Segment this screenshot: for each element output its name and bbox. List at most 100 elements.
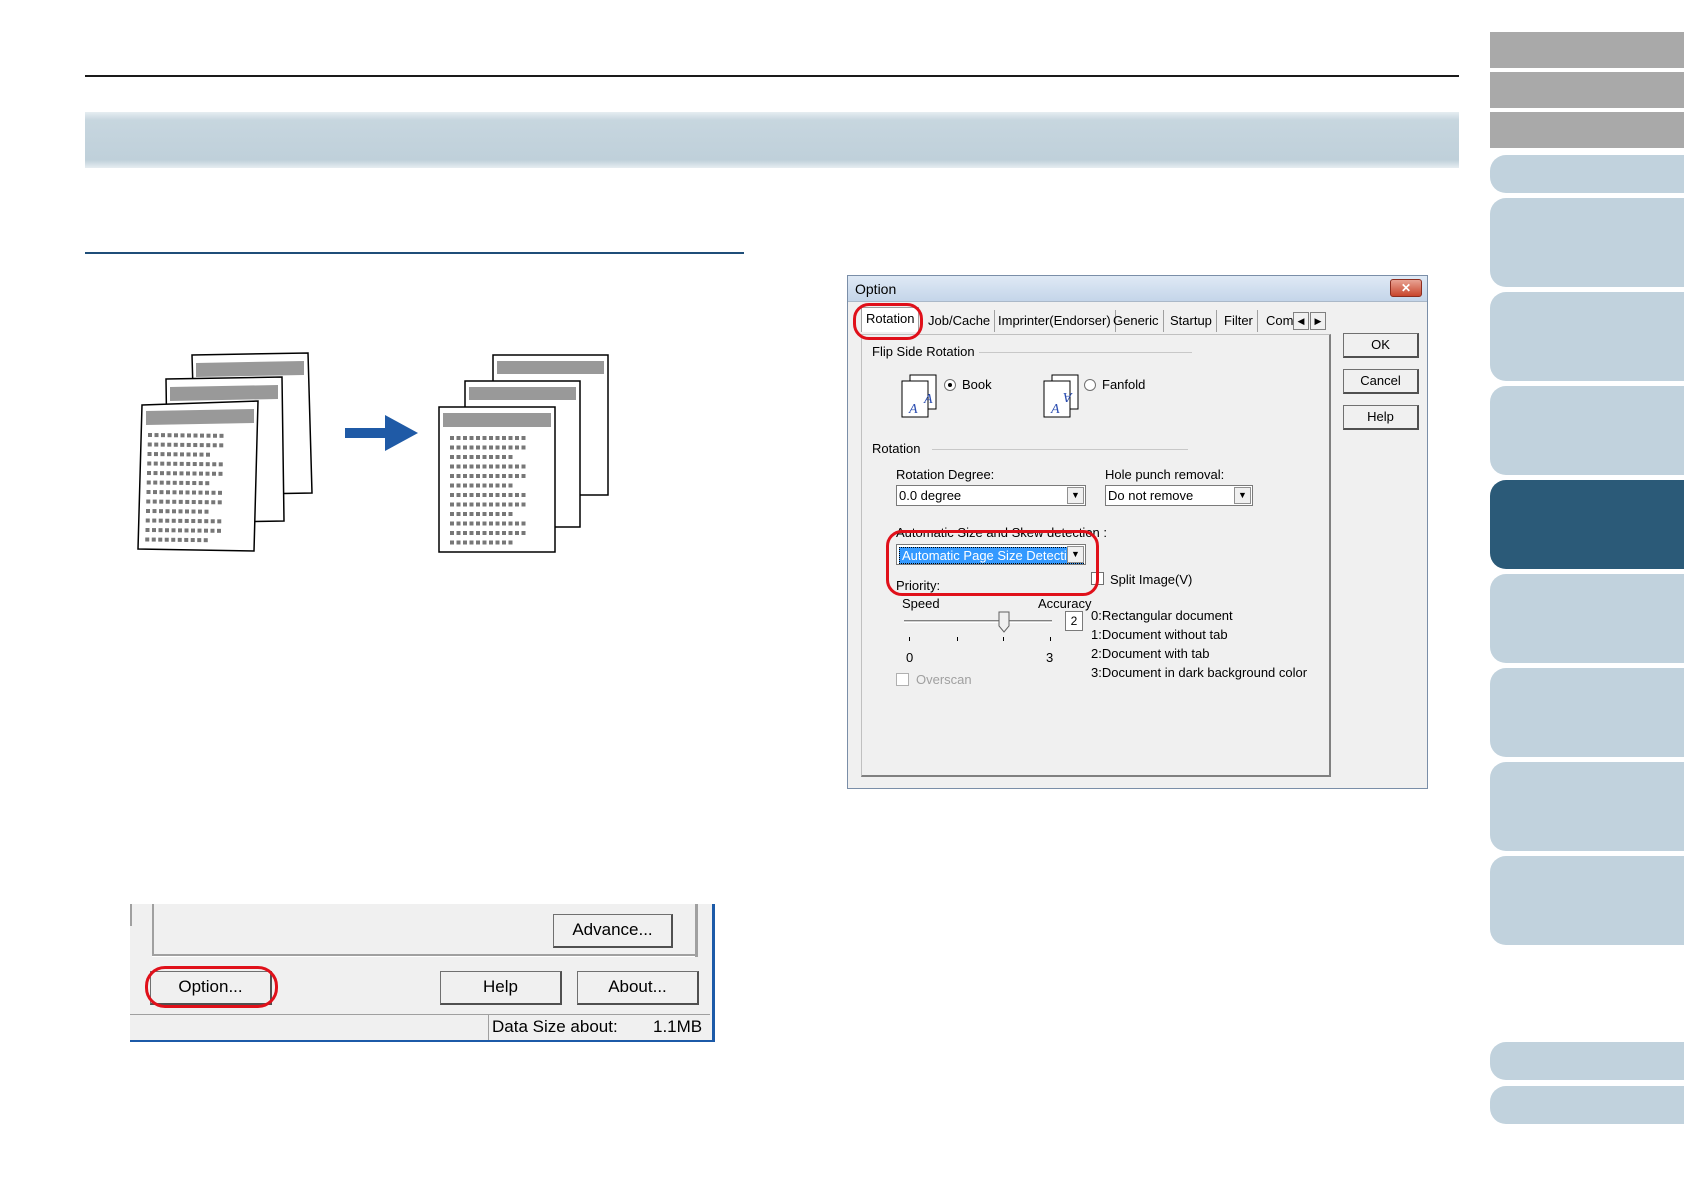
text-dot [165,499,170,504]
book-radio[interactable] [944,379,956,391]
nav-tab-8[interactable] [1490,762,1684,851]
text-dot [489,540,493,545]
text-dot [515,464,519,469]
text-dot [463,474,467,478]
text-dot [158,518,163,523]
nav-tab-2[interactable] [1490,198,1684,287]
text-dot [158,537,163,542]
text-dot [187,433,191,438]
ok-button[interactable]: OK [1343,333,1419,358]
tab-imprinter[interactable]: Imprinter(Endorser) [994,310,1116,332]
text-dot [205,471,210,476]
nav-tab-bottom-1[interactable] [1490,1042,1684,1080]
text-dot [450,483,454,488]
help-button[interactable]: Help [440,971,562,1005]
nav-tab-top-1[interactable] [1490,32,1684,68]
scroll-left-icon[interactable]: ◀ [1293,312,1309,330]
text-dot [219,443,224,448]
text-dot [166,490,170,495]
nav-tab-3[interactable] [1490,292,1684,381]
text-dot [147,471,151,475]
text-dot [469,436,474,440]
frame-edge [130,904,132,926]
text-dot [199,471,203,476]
text-dot [184,518,189,523]
text-dot [495,521,500,526]
chevron-down-icon[interactable]: ▼ [1067,487,1084,504]
scroll-right-icon[interactable]: ▶ [1310,312,1326,330]
speed-label: Speed [902,596,940,611]
text-dot [180,442,185,447]
text-dot [515,502,519,507]
text-dot [502,455,506,459]
slider-min-label: 0 [906,650,914,665]
arrow-right-icon [345,415,418,451]
rotation-degree-select[interactable]: 0.0 degree ▼ [896,485,1086,506]
text-dot [502,502,506,507]
svg-text:A: A [1063,389,1073,404]
nav-tab-9[interactable] [1490,856,1684,945]
tab-generic[interactable]: Generic [1109,310,1164,332]
text-dot [476,521,480,526]
text-dot [152,509,157,514]
text-dot [521,502,526,507]
tab-filter[interactable]: Filter [1220,310,1258,332]
text-dot [463,540,467,545]
text-dot [217,519,222,524]
status-divider [488,1015,489,1041]
text-dot [159,480,164,485]
text-dot [469,445,474,450]
option-dialog: Option ✕ Rotation Job/Cache Imprinter(En… [847,275,1428,789]
slider-max-label: 3 [1046,650,1054,665]
text-dot [160,452,165,457]
data-size-value: 1.1MB [653,1017,703,1036]
text-dot [165,518,170,523]
hole-punch-select[interactable]: Do not remove ▼ [1105,485,1253,506]
text-dot [450,502,454,507]
fanfold-radio[interactable] [1084,379,1096,391]
accuracy-label: Accuracy [1038,596,1092,611]
text-dot [146,490,151,494]
text-dot [495,474,500,478]
text-dot [469,455,474,459]
chevron-down-icon[interactable]: ▼ [1234,487,1251,504]
text-dot [450,474,454,478]
text-dot [521,474,526,478]
tab-job-cache[interactable]: Job/Cache [924,310,996,332]
cancel-button[interactable]: Cancel [1343,369,1419,394]
text-dot [482,521,487,526]
text-dot [489,445,493,450]
about-button[interactable]: About... [577,971,699,1005]
text-dot [153,480,158,485]
text-dot [495,493,500,497]
overscan-checkbox[interactable] [896,673,909,686]
nav-tab-7[interactable] [1490,668,1684,757]
priority-slider-thumb[interactable] [998,611,1010,633]
text-dot [147,442,152,447]
advance-button[interactable]: Advance... [553,914,673,948]
text-dot [152,518,157,523]
text-dot [213,433,217,438]
fanfold-label: Fanfold [1102,377,1146,392]
text-dot [469,521,474,526]
text-dot [502,474,506,478]
text-dot [508,483,513,488]
tab-startup[interactable]: Startup [1166,310,1217,332]
nav-tab-bottom-2[interactable] [1490,1086,1684,1124]
text-dot [166,471,171,476]
text-dot [508,445,513,450]
nav-tab-5-active[interactable] [1490,480,1684,569]
text-dot [198,481,203,486]
nav-tab-top-3[interactable] [1490,112,1684,148]
nav-tab-6[interactable] [1490,574,1684,663]
close-icon[interactable]: ✕ [1390,279,1422,297]
nav-tab-1[interactable] [1490,155,1684,193]
text-dot [161,433,165,438]
text-dot [495,540,500,545]
text-dot [508,464,513,469]
priority-slider-track[interactable] [904,620,1052,623]
text-dot [463,502,467,507]
nav-tab-top-2[interactable] [1490,72,1684,108]
nav-tab-4[interactable] [1490,386,1684,475]
help-button[interactable]: Help [1343,405,1419,430]
